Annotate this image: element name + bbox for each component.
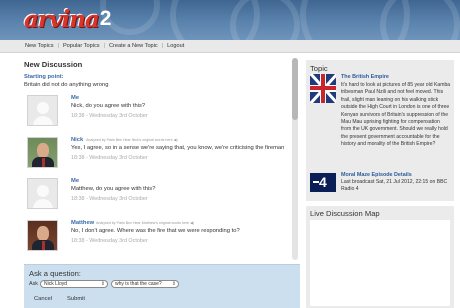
logo-number: 2 bbox=[99, 7, 112, 30]
ask-title: Ask a question: bbox=[29, 269, 81, 278]
question-select[interactable]: why is that the case? ⇕ bbox=[111, 280, 179, 288]
chevron-updown-icon: ⇕ bbox=[171, 281, 176, 287]
message-analysis-meta[interactable]: Analysed by Paris Bex Hear Matthew's ori… bbox=[96, 221, 194, 225]
question-select-value: why is that the case? bbox=[115, 281, 162, 287]
message-analysis-meta[interactable]: Analysed by Paris Bes Hear Nick's origin… bbox=[86, 138, 178, 142]
message-time: 18:38 - Wednesday 3rd October bbox=[71, 113, 148, 119]
message-text: Nick, do you agree with this? bbox=[71, 103, 146, 109]
message-time: 18:38 - Wednesday 3rd October bbox=[71, 196, 148, 202]
map-heading: Live Discussion Map bbox=[310, 209, 380, 218]
topic-heading: Topic bbox=[310, 64, 328, 73]
ask-label: Ask bbox=[29, 281, 38, 287]
logo-wordmark: arvina bbox=[24, 5, 100, 33]
message-author[interactable]: Matthew bbox=[71, 220, 94, 226]
message-text: Yes, I agree, so in a sense we're saying… bbox=[71, 145, 285, 151]
discussion-panel: New Discussion Starting point: Britain d… bbox=[24, 54, 288, 260]
nav-separator: | bbox=[57, 43, 59, 49]
message-time: 18:38 - Wednesday 3rd October bbox=[71, 155, 148, 161]
person-select-value: Nick Lloyd bbox=[44, 281, 68, 287]
starting-point-label: Starting point: bbox=[24, 74, 64, 80]
topic-title[interactable]: The British Empire bbox=[341, 74, 389, 80]
nav-separator: | bbox=[161, 43, 164, 49]
union-jack-icon bbox=[310, 74, 336, 103]
matthew-avatar[interactable] bbox=[27, 220, 58, 251]
topic-description: It's hard to look at pictures of 85 year… bbox=[341, 82, 451, 148]
submit-button[interactable]: Submit bbox=[67, 296, 85, 302]
ask-question-panel: Ask a question: Ask Nick Lloyd ⇕ why is … bbox=[24, 264, 300, 308]
discussion-map-canvas[interactable] bbox=[310, 220, 450, 306]
default-avatar-icon bbox=[27, 178, 58, 209]
message-text: Matthew, do you agree with this? bbox=[71, 186, 156, 192]
message-author[interactable]: Nick bbox=[71, 137, 83, 143]
nick-avatar[interactable] bbox=[27, 137, 58, 168]
default-avatar-icon bbox=[27, 95, 58, 126]
nav-popular-topics[interactable]: Popular Topics bbox=[63, 43, 100, 49]
message-time: 18:38 - Wednesday 3rd October bbox=[71, 238, 148, 244]
discussion-map-panel: Live Discussion Map bbox=[306, 206, 454, 308]
nav-create-topic[interactable]: Create a New Topic bbox=[109, 43, 158, 49]
site-header: arvina 2 bbox=[0, 0, 460, 40]
discussion-scrollbar[interactable] bbox=[292, 58, 298, 260]
programme-broadcast-info: Last broadcast Sat, 21 Jul 2012, 22:15 o… bbox=[341, 179, 448, 193]
discussion-title: New Discussion bbox=[24, 60, 83, 69]
programme-title[interactable]: Moral Maze Episode Details bbox=[341, 172, 412, 178]
channel4-icon: 4 bbox=[310, 173, 336, 192]
nav-logout[interactable]: Logout bbox=[167, 43, 184, 49]
starting-point-text: Britain did not do anything wrong bbox=[24, 82, 109, 88]
message-author[interactable]: Me bbox=[71, 95, 79, 101]
top-nav: New Topics | Popular Topics | Create a N… bbox=[0, 40, 460, 53]
cancel-button[interactable]: Cancel bbox=[34, 296, 52, 302]
message-author[interactable]: Me bbox=[71, 178, 79, 184]
nav-separator: | bbox=[103, 43, 105, 49]
scrollbar-thumb[interactable] bbox=[292, 58, 298, 120]
ask-row: Ask Nick Lloyd ⇕ why is that the case? ⇕ bbox=[29, 280, 179, 288]
nav-new-topics[interactable]: New Topics bbox=[25, 43, 54, 49]
person-select[interactable]: Nick Lloyd ⇕ bbox=[40, 280, 108, 288]
topic-panel: Topic The British Empire It's hard to lo… bbox=[306, 60, 454, 201]
site-logo[interactable]: arvina 2 bbox=[24, 5, 111, 33]
chevron-updown-icon: ⇕ bbox=[100, 281, 105, 287]
message-text: No, I don't agree. Where was the fire th… bbox=[71, 228, 240, 234]
